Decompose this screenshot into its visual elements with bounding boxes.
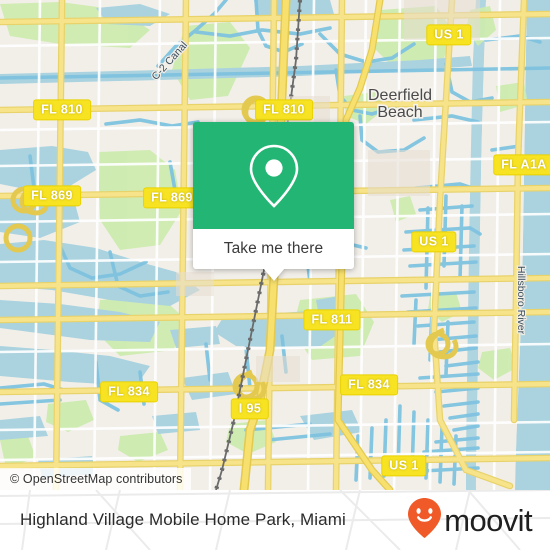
route-shield-label: FL 810 — [41, 102, 83, 117]
place-label-line2: Beach — [377, 104, 422, 121]
place-label-line1: Deerfield — [368, 87, 432, 104]
route-shield: FL 810 — [255, 99, 313, 121]
route-shield: FL 834 — [340, 374, 398, 396]
route-shield-label: US 1 — [389, 458, 419, 473]
location-popup[interactable]: Take me there — [193, 122, 354, 281]
route-shield: FL 810 — [33, 99, 91, 121]
moovit-logo: moovit — [408, 497, 533, 543]
route-shield-label: FL 834 — [108, 384, 150, 399]
route-shield-label: FL 869 — [151, 190, 193, 205]
page-title: Highland Village Mobile Home Park, Miami — [20, 510, 346, 529]
route-shield-label: FL 834 — [348, 377, 390, 392]
route-shield: FL A1A — [493, 154, 550, 176]
route-shield-label: I 95 — [238, 401, 262, 416]
moovit-wordmark: moovit — [444, 502, 532, 538]
route-shield: I 95 — [230, 398, 270, 420]
route-shield: US 1 — [411, 231, 457, 253]
route-shield: US 1 — [381, 455, 427, 477]
moovit-smiley-pin-icon — [408, 497, 442, 543]
route-shield-label: US 1 — [434, 27, 464, 42]
popup-tail-pointer — [262, 268, 285, 281]
route-shield-label: FL 810 — [263, 102, 305, 117]
route-shield-label: FL 869 — [31, 188, 73, 203]
route-shield: FL 834 — [100, 381, 158, 403]
popup-action[interactable]: Take me there — [193, 229, 354, 281]
map-pin-icon — [246, 143, 302, 209]
map-place-label-deerfield-beach: Deerfield Beach — [366, 85, 433, 122]
popup-action-label: Take me there — [223, 240, 324, 257]
osm-attribution: © OpenStreetMap contributors — [0, 468, 191, 490]
route-shield-label: FL A1A — [501, 157, 547, 172]
popup-header — [193, 122, 354, 229]
route-shield-label: US 1 — [419, 234, 449, 249]
water-label-hillsboro-river: Hillsboro River — [515, 266, 527, 335]
route-shield: US 1 — [426, 24, 472, 46]
map-screenshot: Deerfield Beach C-2 Canal Hillsboro Rive… — [0, 0, 550, 550]
footer-bar: Highland Village Mobile Home Park, Miami… — [0, 490, 550, 550]
route-shield: FL 869 — [23, 185, 81, 207]
route-shield: FL 811 — [303, 309, 361, 331]
route-shield-label: FL 811 — [311, 312, 353, 327]
